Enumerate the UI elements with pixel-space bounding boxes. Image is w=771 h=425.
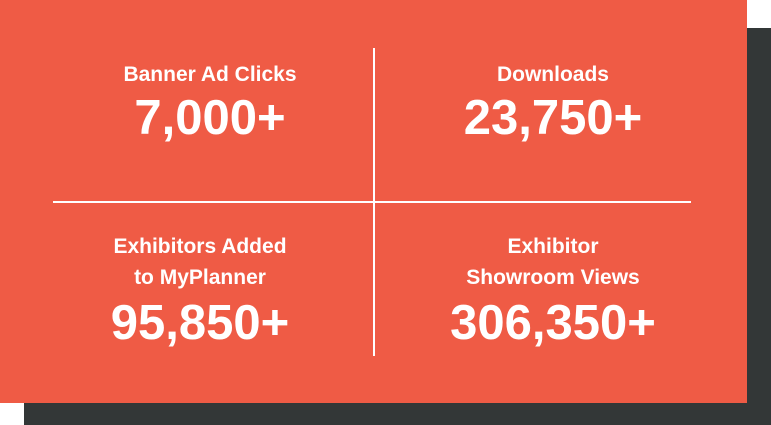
stats-card: Banner Ad Clicks 7,000+ Downloads 23,750… bbox=[0, 0, 747, 403]
stat-downloads: Downloads 23,750+ bbox=[403, 59, 703, 144]
horizontal-divider bbox=[53, 201, 691, 203]
stat-value: 95,850+ bbox=[110, 296, 290, 350]
stat-label: Banner Ad Clicks bbox=[123, 63, 297, 86]
stat-label-line-1: Exhibitor bbox=[507, 235, 599, 258]
stat-showroom-views: Exhibitor Showroom Views 306,350+ bbox=[403, 231, 703, 349]
stat-exhibitors-added: Exhibitors Added to MyPlanner 95,850+ bbox=[40, 231, 360, 349]
stat-value: 23,750+ bbox=[463, 91, 643, 145]
stats-graphic: Banner Ad Clicks 7,000+ Downloads 23,750… bbox=[0, 0, 771, 425]
stat-label-line-2: to MyPlanner bbox=[134, 266, 266, 289]
stat-value: 306,350+ bbox=[450, 296, 656, 350]
stat-label-line-2: Showroom Views bbox=[466, 266, 640, 289]
stat-value: 7,000+ bbox=[134, 91, 286, 145]
stat-label: Downloads bbox=[496, 63, 609, 86]
stat-label-line-1: Exhibitors Added bbox=[113, 235, 287, 258]
stat-banner-ad-clicks: Banner Ad Clicks 7,000+ bbox=[60, 59, 360, 144]
